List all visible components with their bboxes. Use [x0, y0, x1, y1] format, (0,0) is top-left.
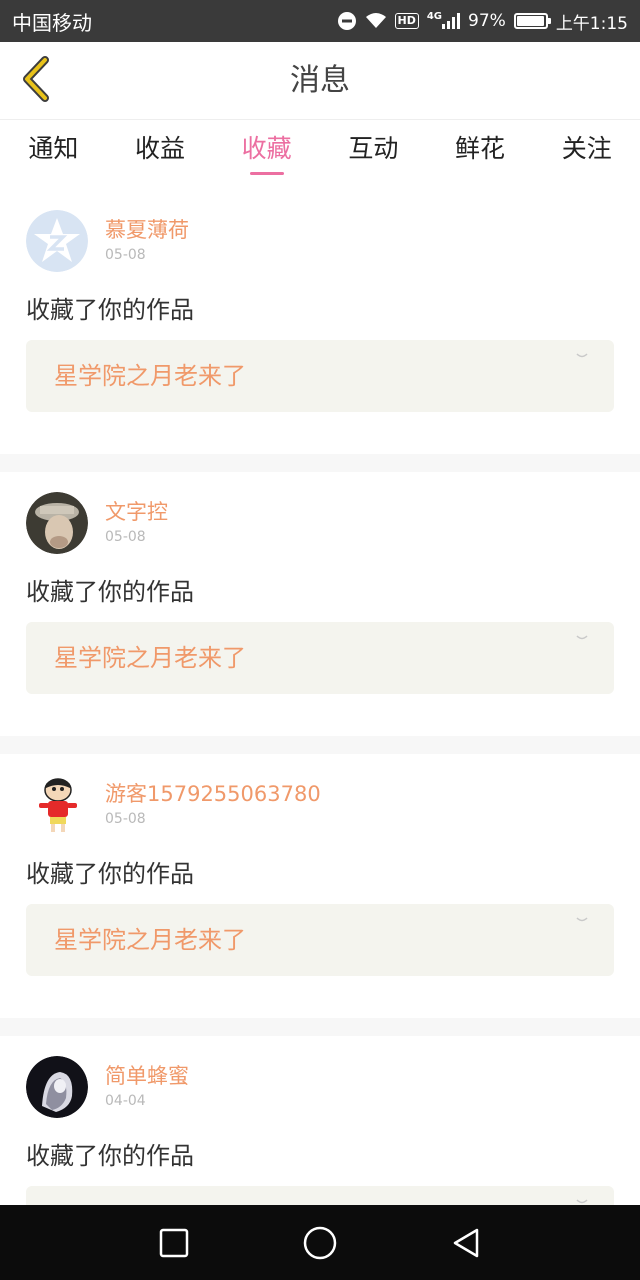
chevron-down-icon	[576, 917, 588, 922]
tab-label: 关注	[561, 134, 612, 163]
work-title: 星学院之月老来了	[54, 644, 246, 672]
tab-label: 收藏	[241, 134, 292, 163]
page-title: 消息	[290, 63, 350, 98]
message-text: 收藏了你的作品	[26, 578, 194, 606]
message-list: 慕夏薄荷 05-08 收藏了你的作品 星学院之月老来了 文字控 05-08 收藏…	[0, 190, 640, 1280]
message-text: 收藏了你的作品	[26, 860, 194, 888]
message-text: 收藏了你的作品	[26, 296, 194, 324]
clock: 上午1:15	[555, 13, 628, 34]
tab-label: 鲜花	[455, 134, 506, 163]
man-hat-avatar[interactable]	[26, 492, 88, 554]
tab-label: 互动	[348, 134, 399, 163]
user-name[interactable]: 慕夏薄荷	[105, 214, 189, 244]
chevron-down-icon	[576, 353, 588, 358]
divider	[0, 454, 640, 472]
chevron-down-icon	[576, 635, 588, 640]
message-date: 05-08	[105, 529, 146, 545]
wifi-icon	[365, 12, 387, 30]
tab-bar: 通知 收益 收藏 互动 鲜花 关注	[0, 121, 640, 181]
tab-notifications[interactable]: 通知	[0, 121, 107, 181]
network-type: 4G	[426, 10, 443, 22]
dark-girl-avatar[interactable]	[26, 1056, 88, 1118]
work-title: 星学院之月老来了	[54, 362, 246, 390]
recents-button[interactable]	[156, 1225, 192, 1261]
work-title: 星学院之月老来了	[54, 926, 246, 954]
message-date: 05-08	[105, 811, 146, 827]
message-item: 游客1579255063780 05-08 收藏了你的作品 星学院之月老来了	[0, 754, 640, 1018]
recents-icon	[159, 1228, 189, 1257]
tab-interactions[interactable]: 互动	[320, 121, 427, 181]
do-not-disturb-icon	[337, 11, 357, 31]
tab-earnings[interactable]: 收益	[107, 121, 214, 181]
home-icon	[303, 1226, 337, 1259]
battery-icon	[513, 13, 551, 29]
message-text: 收藏了你的作品	[26, 1142, 194, 1170]
status-icons: HD 4G 97% 上午1:15	[337, 9, 628, 34]
qq-logo-avatar[interactable]	[26, 210, 88, 272]
system-back-button[interactable]	[448, 1225, 484, 1261]
tab-label: 收益	[135, 134, 186, 163]
cartoon-boy-avatar[interactable]	[26, 774, 88, 836]
message-item: 文字控 05-08 收藏了你的作品 星学院之月老来了	[0, 472, 640, 736]
home-button[interactable]	[302, 1225, 338, 1261]
tab-follows[interactable]: 关注	[533, 121, 640, 181]
tab-label: 通知	[28, 134, 79, 163]
hd-icon: HD	[394, 13, 419, 29]
message-date: 04-04	[105, 1093, 146, 1109]
user-name[interactable]: 简单蜂蜜	[105, 1060, 189, 1090]
tab-flowers[interactable]: 鲜花	[427, 121, 534, 181]
user-name[interactable]: 文字控	[105, 496, 168, 526]
user-name[interactable]: 游客1579255063780	[105, 778, 321, 808]
work-card[interactable]: 星学院之月老来了	[26, 622, 614, 694]
battery-percent: 97%	[468, 11, 506, 31]
divider	[0, 736, 640, 754]
system-nav-bar	[0, 1205, 640, 1280]
app-header: 消息	[0, 42, 640, 120]
signal-icon: 4G	[426, 10, 461, 29]
back-icon	[453, 1228, 479, 1257]
message-item: 慕夏薄荷 05-08 收藏了你的作品 星学院之月老来了	[0, 190, 640, 454]
carrier-name: 中国移动	[12, 10, 92, 35]
status-bar: 中国移动 HD 4G 97% 上午1:15	[0, 0, 640, 42]
work-card[interactable]: 星学院之月老来了	[26, 904, 614, 976]
work-card[interactable]: 星学院之月老来了	[26, 340, 614, 412]
message-date: 05-08	[105, 247, 146, 263]
divider	[0, 1018, 640, 1036]
active-tab-indicator	[249, 172, 284, 175]
tab-favorites[interactable]: 收藏	[213, 121, 320, 181]
